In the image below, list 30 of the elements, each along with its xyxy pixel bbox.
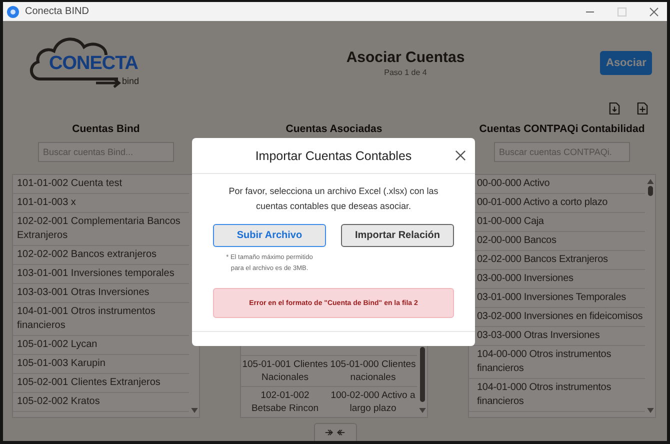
upload-button[interactable]: Subir Archivo xyxy=(213,224,326,247)
account-cell-text: 105-01-001 Clientes Nacionales xyxy=(241,358,329,385)
column-heading: Cuentas Asociadas xyxy=(286,123,382,137)
account-item[interactable]: 105-01-003 Karupin xyxy=(13,355,189,374)
account-item[interactable]: 102-02-001 Complementaria Bancos Extranjeros xyxy=(13,213,189,246)
account-item[interactable]: 104-00-000 Otros instrumentos financieros xyxy=(469,346,645,379)
account-item[interactable]: 101-01-003 x xyxy=(13,194,189,213)
dialog-message: Por favor, selecciona un archivo Excel (.xlsx) con las cuentas contables que deseas asociar. xyxy=(228,185,440,213)
column-heading: Cuentas CONTPAQi Contabilidad xyxy=(479,123,645,137)
page-title: Asociar Cuentas xyxy=(346,49,465,66)
dialog-title: Importar Cuentas Contables xyxy=(255,148,412,162)
import-button[interactable]: Importar Relación xyxy=(341,224,454,247)
associate-button[interactable]: Asociar xyxy=(600,51,652,75)
account-item[interactable]: 103-03-001 Otras Inversiones xyxy=(13,284,189,303)
logo-name: CONECTA xyxy=(49,53,138,75)
account-item[interactable]: 101-01-002 Cuenta test xyxy=(13,175,189,194)
account-item[interactable]: 102-02-002 Bancos extranjeros xyxy=(13,246,189,265)
account-cell-text: 102-01-002 Betsabe Rincon xyxy=(250,389,320,416)
account-cell-text: 100-02-000 Activo a largo plazo xyxy=(330,389,416,416)
account-cell-text: 105-01-000 Clientes nacionales xyxy=(329,358,417,385)
column-heading: Cuentas Bind xyxy=(72,123,140,137)
step-label: Paso 1 de 4 xyxy=(384,68,427,77)
account-item[interactable]: 104-01-000 Otros instrumentos financieros xyxy=(469,379,645,412)
logo-subtitle: bind xyxy=(122,76,140,86)
account-item[interactable]: 103-01-001 Inversiones temporales xyxy=(13,265,189,284)
account-item[interactable]: 105-02-002 Kratos xyxy=(13,393,189,412)
account-item[interactable]: 104-01-001 Otros instrumentos financieros xyxy=(13,303,189,336)
account-item[interactable]: 105-02-001 Clientes Extranjeros xyxy=(13,374,189,393)
account-item[interactable]: 105-01-002 Lycan xyxy=(13,336,189,355)
window-title: Conecta BIND xyxy=(25,6,89,17)
